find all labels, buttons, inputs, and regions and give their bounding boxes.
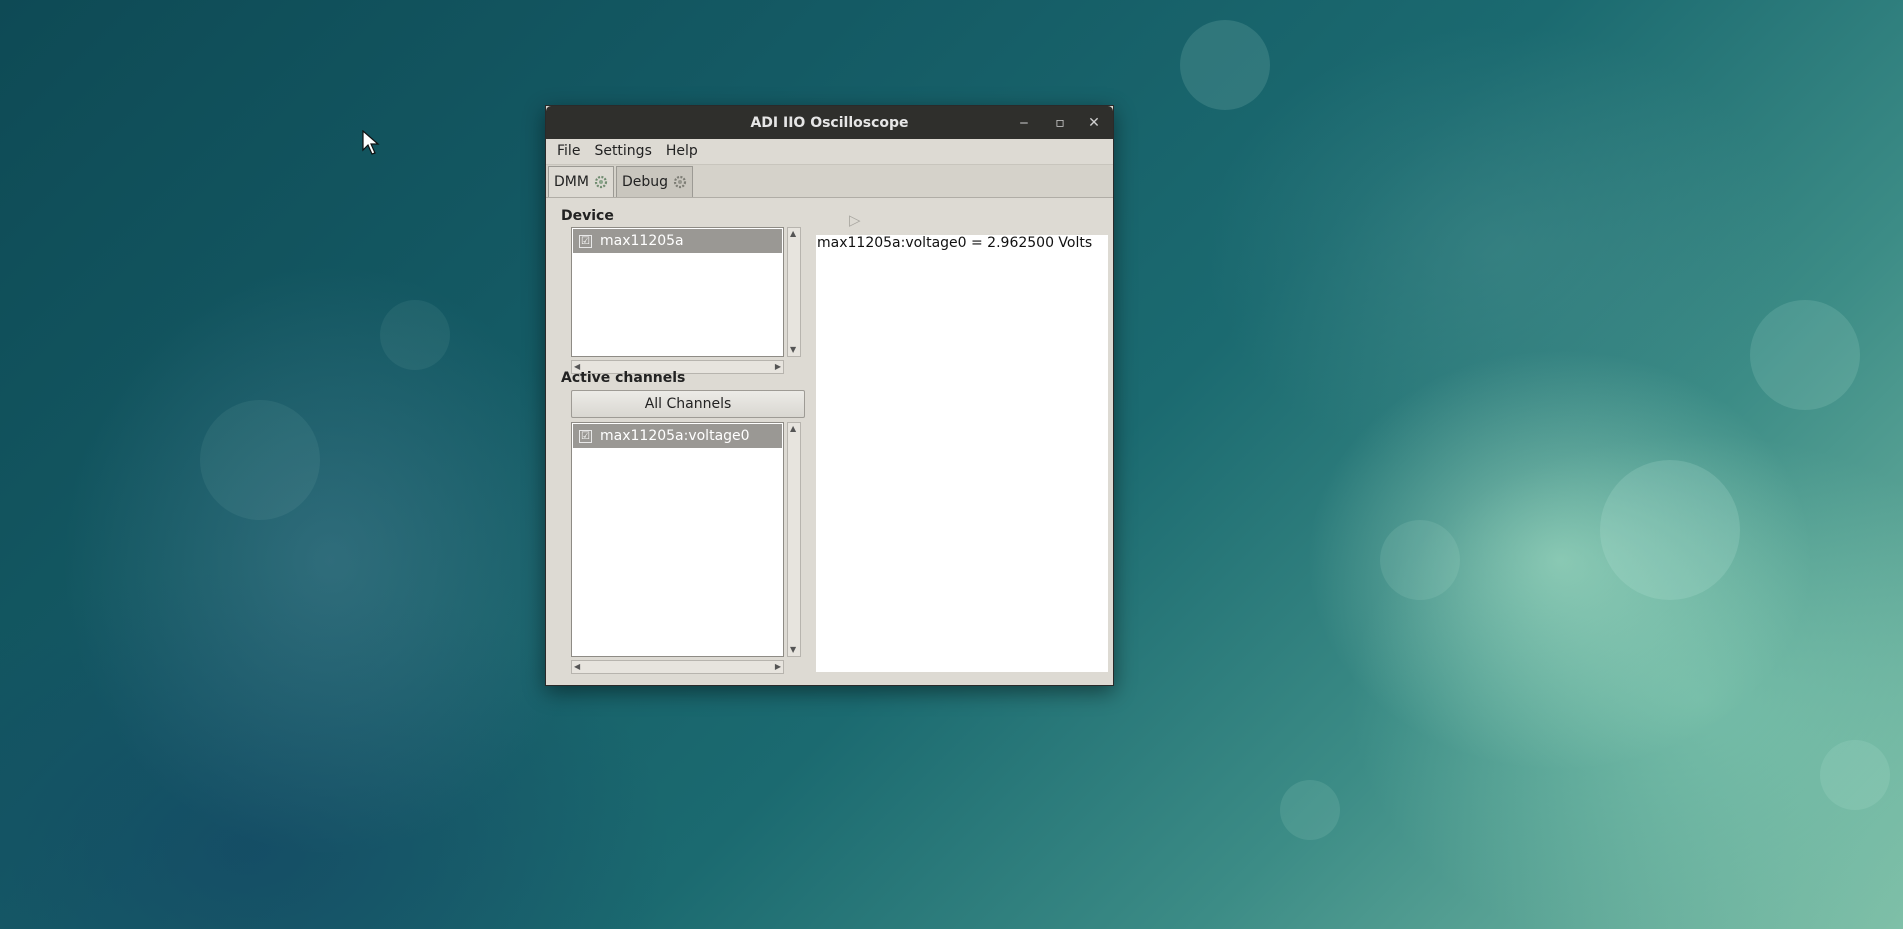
plugin-tabs: DMM Debug	[546, 165, 1113, 198]
channel-checkbox[interactable]: ☑	[579, 429, 592, 443]
wallpaper-bokeh	[1750, 300, 1860, 410]
tab-debug[interactable]: Debug	[615, 166, 693, 197]
title-bar[interactable]: ADI IIO Oscilloscope ‒ ▫ ✕	[546, 106, 1113, 139]
scroll-right-icon[interactable]: ▶	[775, 362, 781, 372]
minimize-button[interactable]: ‒	[1007, 106, 1041, 139]
scroll-right-icon[interactable]: ▶	[775, 662, 781, 672]
voltage-readout: max11205a:voltage0 = 2.962500 Volts	[817, 235, 1093, 251]
device-checkbox[interactable]: ☑	[579, 234, 592, 248]
device-list-item[interactable]: ☑ max11205a	[573, 229, 782, 253]
wallpaper-bokeh	[380, 300, 450, 370]
play-button[interactable]: ▷	[849, 211, 861, 229]
menu-bar: File Settings Help	[546, 139, 1113, 165]
device-list-vertical-scrollbar[interactable]: ▲ ▼	[787, 227, 801, 357]
settings-gear-icon[interactable]	[594, 175, 608, 189]
scroll-up-icon[interactable]: ▲	[790, 229, 796, 239]
tab-dmm-label: DMM	[554, 174, 589, 190]
wallpaper-bokeh	[200, 400, 320, 520]
channel-list-horizontal-scrollbar[interactable]: ◀ ▶	[571, 660, 784, 674]
active-channels-label: Active channels	[561, 370, 686, 386]
wallpaper-bokeh	[1180, 20, 1270, 110]
dmm-panel: Device ☑ max11205a ▲ ▼ ◀ ▶ Active channe…	[546, 198, 1113, 685]
dmm-readout-area: max11205a:voltage0 = 2.962500 Volts	[816, 235, 1108, 672]
channel-list-vertical-scrollbar[interactable]: ▲ ▼	[787, 422, 801, 657]
scroll-down-icon[interactable]: ▼	[790, 345, 796, 355]
settings-gear-icon[interactable]	[673, 175, 687, 189]
tab-dmm[interactable]: DMM	[548, 166, 614, 197]
close-button[interactable]: ✕	[1077, 106, 1111, 139]
all-channels-button[interactable]: All Channels	[571, 390, 805, 418]
device-list[interactable]: ☑ max11205a	[571, 227, 784, 357]
scroll-down-icon[interactable]: ▼	[790, 645, 796, 655]
wallpaper-bokeh	[1600, 460, 1740, 600]
channel-list[interactable]: ☑ max11205a:voltage0	[571, 422, 784, 657]
scroll-left-icon[interactable]: ◀	[574, 662, 580, 672]
channel-name: max11205a:voltage0	[600, 428, 750, 444]
maximize-button[interactable]: ▫	[1043, 106, 1077, 139]
mouse-pointer-icon	[362, 130, 380, 155]
device-name: max11205a	[600, 233, 684, 249]
menu-file[interactable]: File	[550, 139, 587, 164]
menu-settings[interactable]: Settings	[587, 139, 658, 164]
wallpaper-bokeh	[1280, 780, 1340, 840]
tab-debug-label: Debug	[621, 174, 668, 190]
menu-help[interactable]: Help	[659, 139, 705, 164]
app-window: ADI IIO Oscilloscope ‒ ▫ ✕ File Settings…	[545, 105, 1114, 686]
scroll-up-icon[interactable]: ▲	[790, 424, 796, 434]
wallpaper-bokeh	[1820, 740, 1890, 810]
window-title: ADI IIO Oscilloscope	[750, 114, 909, 131]
wallpaper-bokeh	[1380, 520, 1460, 600]
device-label: Device	[561, 208, 614, 224]
channel-list-item[interactable]: ☑ max11205a:voltage0	[573, 424, 782, 448]
